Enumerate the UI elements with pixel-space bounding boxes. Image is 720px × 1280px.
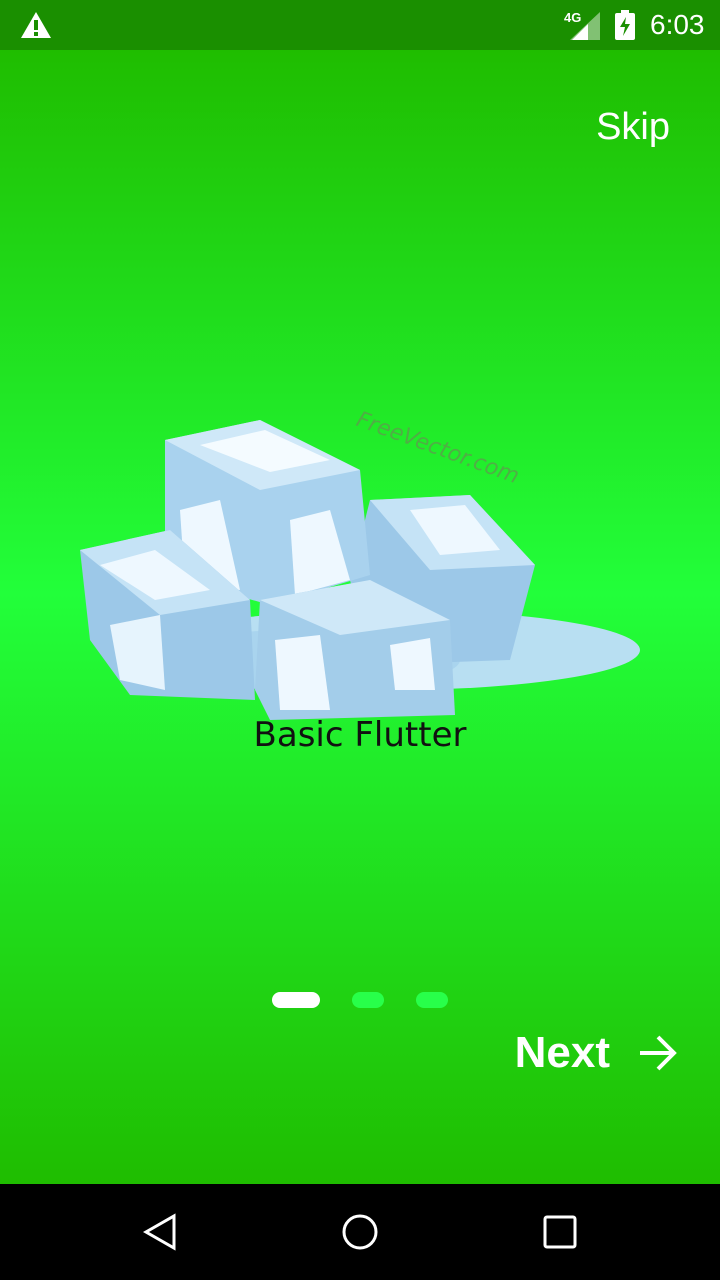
skip-button[interactable]: Skip	[596, 106, 670, 149]
back-icon[interactable]	[140, 1212, 180, 1252]
recent-apps-icon[interactable]	[540, 1212, 580, 1252]
home-icon[interactable]	[340, 1212, 380, 1252]
onboarding-screen: Skip FreeVector.com Basic Flutter Next	[0, 50, 720, 1184]
ice-cubes-illustration: FreeVector.com	[80, 407, 640, 720]
arrow-right-icon	[640, 1035, 677, 1071]
onboarding-caption: Basic Flutter	[253, 715, 467, 755]
status-clock: 6:03	[650, 9, 705, 40]
page-indicator-dot-active[interactable]	[272, 992, 320, 1008]
navigation-bar	[0, 1184, 720, 1280]
next-label: Next	[514, 1028, 610, 1077]
page-indicator-dot[interactable]	[416, 992, 448, 1008]
signal-icon	[570, 12, 600, 40]
next-button[interactable]: Next	[515, 1028, 680, 1078]
battery-charging-icon	[615, 10, 635, 40]
page-indicator-dot[interactable]	[352, 992, 384, 1008]
warning-icon	[21, 12, 51, 38]
status-bar: 4G 6:03	[0, 0, 720, 50]
watermark-text: FreeVector.com	[353, 407, 522, 489]
